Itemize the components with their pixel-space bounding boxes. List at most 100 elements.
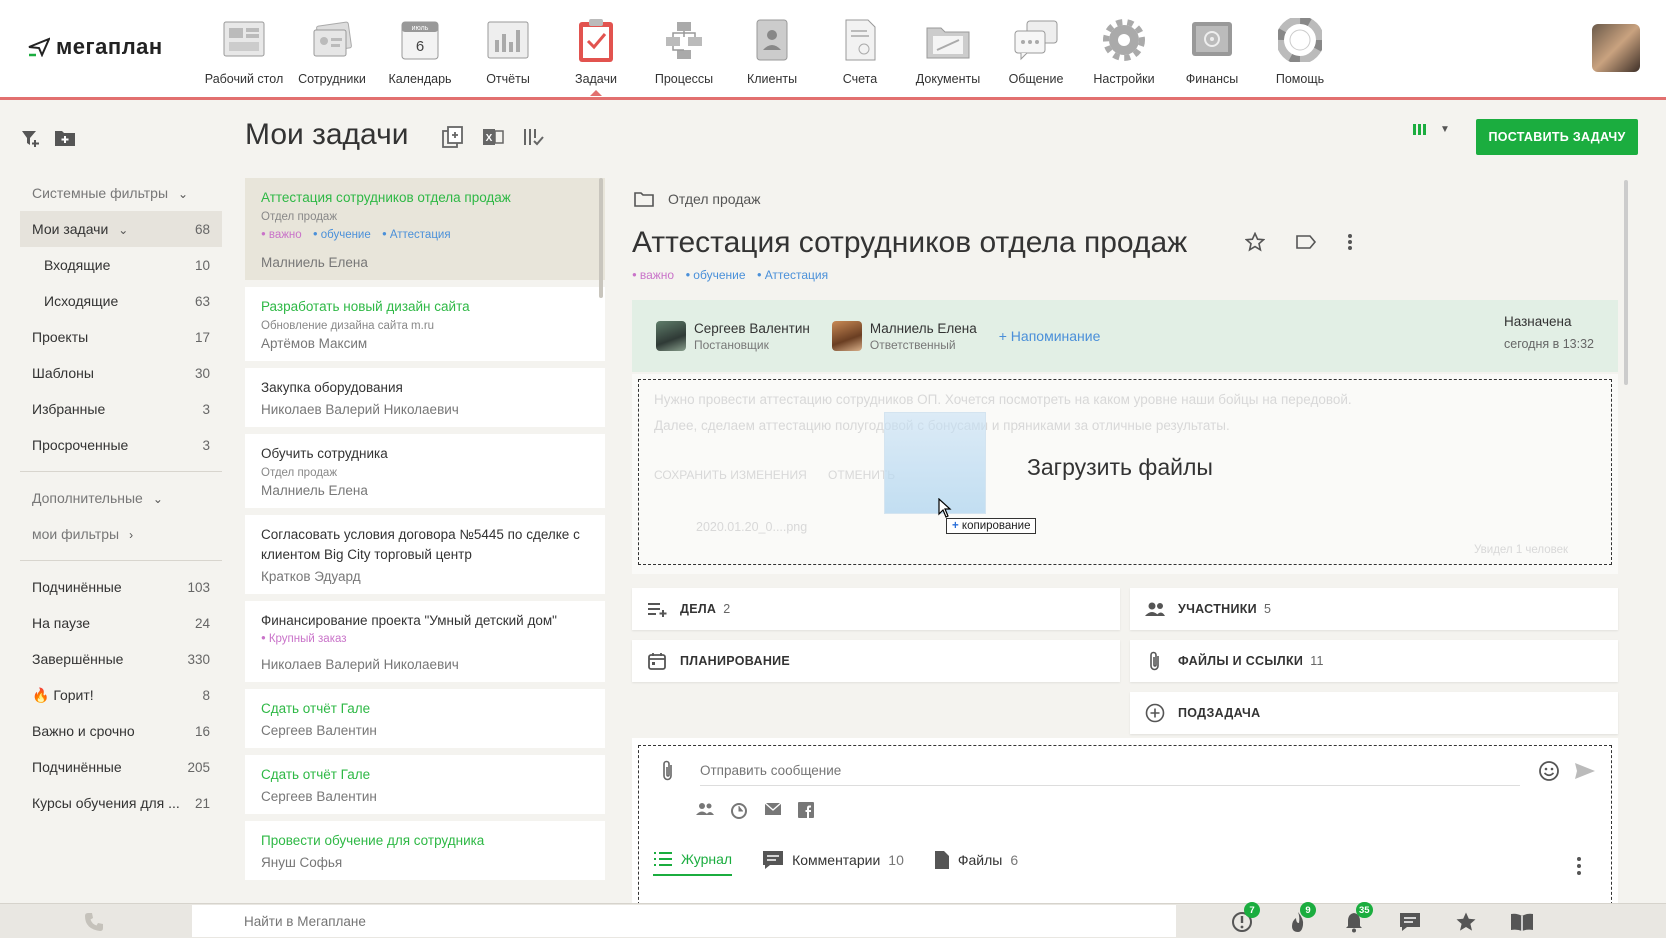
task-card[interactable]: Финансирование проекта "Умный детский до… [245,601,605,682]
sidebar-item-outgoing[interactable]: Исходящие 63 [20,283,222,319]
top-navigation-bar: мегаплан Рабочий стол Сотрудники июль 6 К… [0,0,1666,100]
create-task-button[interactable]: ПОСТАВИТЬ ЗАДАЧУ [1476,119,1638,155]
nav-calendar[interactable]: июль 6 Календарь [376,10,464,95]
global-search-input[interactable] [192,905,1176,937]
task-card[interactable]: Согласовать условия договора №5445 по сд… [245,515,605,594]
email-icon[interactable] [764,802,782,816]
nav-label: Сотрудники [298,72,366,86]
star-icon[interactable] [1245,232,1265,252]
add-folder-icon[interactable] [54,128,76,148]
sidebar-item-subordinates-2[interactable]: Подчинённые 205 [20,749,222,785]
tab-comments[interactable]: Комментарии 10 [762,850,904,876]
my-filters-toggle[interactable]: мои фильтры › [20,516,222,552]
detail-scrollbar[interactable] [1624,180,1628,385]
facebook-icon[interactable] [798,802,814,818]
sidebar-item-burning[interactable]: 🔥 Горит! 8 [20,677,222,713]
tab-files[interactable]: Файлы 6 [934,850,1018,876]
task-tags: Крупный заказ [261,633,589,645]
task-author[interactable]: Сергеев Валентин Постановщик [656,321,810,352]
sidebar-item-projects[interactable]: Проекты 17 [20,319,222,355]
feed-tabs: Журнал Комментарии 10 Файлы 6 [653,850,1018,876]
additional-filters-toggle[interactable]: Дополнительные ⌄ [20,480,222,516]
label-tag-icon[interactable] [1295,232,1317,252]
nav-processes[interactable]: Процессы [640,10,728,95]
deals-card[interactable]: ДЕЛА 2 [632,588,1120,630]
nav-clients[interactable]: Клиенты [728,10,816,95]
send-icon[interactable] [1574,762,1596,780]
bottom-bar: 7 9 35 [0,902,1666,938]
tab-journal[interactable]: Журнал [653,850,733,876]
task-list-scrollbar[interactable] [599,178,603,298]
sidebar-item-important-urgent[interactable]: Важно и срочно 16 [20,713,222,749]
sidebar-item-favorites[interactable]: Избранные 3 [20,391,222,427]
favorites-button[interactable] [1454,910,1478,934]
nav-reports[interactable]: Отчёты [464,10,552,95]
system-filters-toggle[interactable]: Системные фильтры ⌄ [20,175,222,211]
nav-help[interactable]: Помощь [1256,10,1344,95]
sidebar-item-overdue[interactable]: Просроченные 3 [20,427,222,463]
task-card[interactable]: Закупка оборудования Николаев Валерий Ни… [245,368,605,427]
nav-tasks[interactable]: Задачи [552,10,640,96]
user-avatar[interactable] [1592,24,1640,72]
task-card[interactable]: Разработать новый дизайн сайта Обновлени… [245,287,605,361]
file-drop-zone[interactable] [638,379,1612,565]
messages-button[interactable] [1398,910,1422,934]
clients-icon [748,16,796,64]
sidebar-item-incoming[interactable]: Входящие 10 [20,247,222,283]
task-card[interactable]: Провести обучение для сотрудника Януш Со… [245,821,605,880]
task-list: Аттестация сотрудников отдела продаж Отд… [245,178,605,903]
breadcrumb[interactable]: Отдел продаж [634,191,761,207]
logo-plane-icon [28,37,50,57]
book-icon [1511,913,1533,931]
add-filter-icon[interactable] [20,128,40,148]
planning-card[interactable]: ПЛАНИРОВАНИЕ [632,640,1120,682]
files-links-card[interactable]: ФАЙЛЫ И ССЫЛКИ 11 [1130,640,1618,682]
sidebar-item-courses[interactable]: Курсы обучения для ... 21 [20,785,222,821]
nav-employees[interactable]: Сотрудники [288,10,376,95]
copy-tasks-icon[interactable] [442,126,464,148]
nav-label: Процессы [654,72,714,86]
hot-button[interactable]: 9 [1286,902,1316,934]
calendar-icon: июль 6 [396,16,444,64]
phone-icon[interactable] [84,912,104,932]
task-card[interactable]: Аттестация сотрудников отдела продаж Отд… [245,178,605,280]
sidebar-item-subordinates[interactable]: Подчинённые 103 [20,569,222,605]
attach-icon[interactable] [661,760,675,782]
nav-documents[interactable]: Документы [904,10,992,95]
sidebar-item-completed[interactable]: Завершённые 330 [20,641,222,677]
view-toggle[interactable]: ▼ [1412,122,1450,136]
nav-chat[interactable]: Общение [992,10,1080,95]
sidebar-item-my-tasks[interactable]: Мои задачи ⌄ 68 [20,211,222,247]
nav-finance[interactable]: Финансы [1168,10,1256,95]
clock-icon[interactable] [730,802,748,820]
columns-view-icon [1413,124,1426,135]
sidebar-item-templates[interactable]: Шаблоны 30 [20,355,222,391]
subtask-card[interactable]: ПОДЗАДАЧА [1130,692,1618,734]
task-title: Аттестация сотрудников отдела продаж [632,226,1188,259]
participants-card[interactable]: УЧАСТНИКИ 5 [1130,588,1618,630]
megaplan-logo[interactable]: мегаплан [28,34,163,60]
add-reminder-link[interactable]: + Напоминание [999,328,1101,344]
people-icon[interactable] [696,802,714,816]
columns-settings-icon[interactable] [522,126,544,148]
bottom-icons: 7 9 35 [1230,902,1534,934]
task-card[interactable]: Обучить сотрудника Отдел продаж Малниель… [245,434,605,508]
avatar [656,321,686,351]
more-vertical-icon[interactable] [1576,856,1582,876]
excel-export-icon[interactable]: X [482,126,504,148]
knowledge-base-button[interactable] [1510,910,1534,934]
notifications-button[interactable]: 35 [1342,902,1373,934]
avatar [831,321,862,351]
sidebar-item-paused[interactable]: На паузе 24 [20,605,222,641]
more-vertical-icon[interactable] [1347,232,1353,252]
nav-desktop[interactable]: Рабочий стол [200,10,288,95]
message-input[interactable] [700,756,1520,786]
nav-invoices[interactable]: Счета [816,10,904,95]
task-responsible[interactable]: Малниель Елена Ответственный [831,321,977,352]
task-card[interactable]: Сдать отчёт Гале Сергеев Валентин [245,755,605,814]
emoji-icon[interactable] [1538,760,1560,782]
task-card[interactable]: Сдать отчёт Гале Сергеев Валентин [245,689,605,748]
nav-label: Документы [915,72,981,86]
alerts-button[interactable]: 7 [1230,902,1260,934]
nav-settings[interactable]: Настройки [1080,10,1168,95]
